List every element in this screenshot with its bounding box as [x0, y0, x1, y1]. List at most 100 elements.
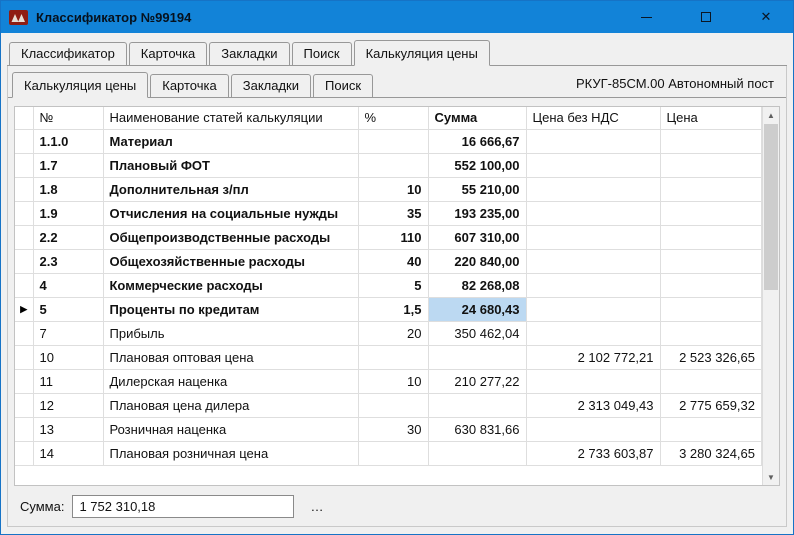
row-marker[interactable]: ▶ [15, 297, 34, 322]
tab-bookmarks[interactable]: Закладки [209, 42, 290, 65]
scroll-up-icon[interactable]: ▲ [763, 107, 779, 123]
cell-num[interactable]: 2.2 [33, 225, 104, 250]
row-marker[interactable] [15, 273, 34, 298]
cell-price[interactable]: 3 280 324,65 [660, 441, 762, 466]
cell-num[interactable]: 2.3 [33, 249, 104, 274]
table-row[interactable]: 12 Плановая цена дилера 2 313 049,43 2 775 … [15, 393, 762, 418]
cell-price-no-vat[interactable]: 2 733 603,87 [526, 441, 661, 466]
cell-sum[interactable] [428, 393, 527, 418]
row-marker[interactable] [15, 345, 34, 370]
row-marker[interactable] [15, 417, 34, 442]
cell-price-no-vat[interactable] [526, 369, 661, 394]
cell-name[interactable]: Прибыль [103, 321, 359, 346]
cell-name[interactable]: Коммерческие расходы [103, 273, 359, 298]
scroll-down-icon[interactable]: ▼ [763, 469, 779, 485]
cell-name[interactable]: Проценты по кредитам [103, 297, 359, 322]
cell-price[interactable] [660, 369, 762, 394]
table-row[interactable]: 2.3 Общехозяйственные расходы 40 220 840,00 [15, 249, 762, 274]
cell-name[interactable]: Дополнительная з/пл [103, 177, 359, 202]
cell-percent[interactable] [358, 393, 429, 418]
col-header-name[interactable]: Наименование статей калькуляции [103, 107, 359, 130]
cell-price[interactable] [660, 249, 762, 274]
table-row[interactable]: 1.1.0 Материал 16 666,67 [15, 129, 762, 154]
cell-price[interactable] [660, 297, 762, 322]
cell-percent[interactable]: 5 [358, 273, 429, 298]
row-marker[interactable] [15, 225, 34, 250]
cell-percent[interactable]: 35 [358, 201, 429, 226]
table-row[interactable]: 2.2 Общепроизводственные расходы 110 607 31… [15, 225, 762, 250]
table-row[interactable]: 14 Плановая розничная цена 2 733 603,87 3 2… [15, 441, 762, 466]
cell-num[interactable]: 11 [33, 369, 104, 394]
cell-sum[interactable]: 350 462,04 [428, 321, 527, 346]
cell-num[interactable]: 5 [33, 297, 104, 322]
cell-price-no-vat[interactable] [526, 417, 661, 442]
cell-num[interactable]: 12 [33, 393, 104, 418]
row-marker[interactable] [15, 129, 34, 154]
minimize-button[interactable] [623, 1, 669, 33]
cell-sum[interactable]: 220 840,00 [428, 249, 527, 274]
cell-sum[interactable]: 24 680,43 [428, 297, 527, 322]
cell-price-no-vat[interactable] [526, 249, 661, 274]
cell-percent[interactable]: 110 [358, 225, 429, 250]
tab-card[interactable]: Карточка [128, 42, 208, 65]
maximize-button[interactable] [683, 1, 729, 33]
cell-num[interactable]: 13 [33, 417, 104, 442]
row-marker[interactable] [15, 441, 34, 466]
more-button[interactable]: … [302, 499, 331, 514]
cell-name[interactable]: Отчисления на социальные нужды [103, 201, 359, 226]
cell-price-no-vat[interactable] [526, 297, 661, 322]
cell-price-no-vat[interactable] [526, 153, 661, 178]
cell-percent[interactable]: 1,5 [358, 297, 429, 322]
cell-sum[interactable]: 210 277,22 [428, 369, 527, 394]
cell-name[interactable]: Общепроизводственные расходы [103, 225, 359, 250]
col-header-num[interactable]: № [33, 107, 104, 130]
table-row[interactable]: 1.7 Плановый ФОТ 552 100,00 [15, 153, 762, 178]
col-header-sum[interactable]: Сумма [428, 107, 527, 130]
vertical-scrollbar[interactable]: ▲ ▼ [762, 107, 779, 485]
cell-name[interactable]: Плановый ФОТ [103, 153, 359, 178]
cell-price-no-vat[interactable] [526, 273, 661, 298]
cell-sum[interactable]: 193 235,00 [428, 201, 527, 226]
cell-price-no-vat[interactable] [526, 321, 661, 346]
cell-num[interactable]: 10 [33, 345, 104, 370]
cell-percent[interactable] [358, 129, 429, 154]
table-row[interactable]: 1.9 Отчисления на социальные нужды 35 193 2… [15, 201, 762, 226]
cell-name[interactable]: Плановая розничная цена [103, 441, 359, 466]
cell-name[interactable]: Розничная наценка [103, 417, 359, 442]
cell-price-no-vat[interactable] [526, 225, 661, 250]
cell-percent[interactable] [358, 153, 429, 178]
cell-price[interactable]: 2 775 659,32 [660, 393, 762, 418]
table-row[interactable]: 11 Дилерская наценка 10 210 277,22 [15, 369, 762, 394]
cell-percent[interactable] [358, 441, 429, 466]
cell-num[interactable]: 1.9 [33, 201, 104, 226]
cell-name[interactable]: Общехозяйственные расходы [103, 249, 359, 274]
row-marker[interactable] [15, 177, 34, 202]
cell-price-no-vat[interactable] [526, 177, 661, 202]
cell-sum[interactable] [428, 345, 527, 370]
cell-sum[interactable]: 607 310,00 [428, 225, 527, 250]
row-marker[interactable] [15, 249, 34, 274]
cell-price[interactable] [660, 129, 762, 154]
col-header-price[interactable]: Цена [660, 107, 762, 130]
inner-tab-bookmarks[interactable]: Закладки [230, 74, 311, 97]
cell-sum[interactable]: 82 268,08 [428, 273, 527, 298]
row-marker[interactable] [15, 153, 34, 178]
cell-name[interactable]: Плановая оптовая цена [103, 345, 359, 370]
cell-percent[interactable]: 10 [358, 177, 429, 202]
cell-price[interactable] [660, 225, 762, 250]
row-marker[interactable] [15, 321, 34, 346]
row-marker[interactable] [15, 393, 34, 418]
cell-price-no-vat[interactable]: 2 102 772,21 [526, 345, 661, 370]
tab-classifier[interactable]: Классификатор [9, 42, 127, 65]
table-row[interactable]: 1.8 Дополнительная з/пл 10 55 210,00 [15, 177, 762, 202]
tab-search[interactable]: Поиск [291, 42, 352, 65]
sum-input[interactable] [72, 494, 295, 518]
inner-tab-price-calculation[interactable]: Калькуляция цены [12, 72, 149, 98]
cell-percent[interactable]: 30 [358, 417, 429, 442]
cell-price[interactable]: 2 523 326,65 [660, 345, 762, 370]
table-row[interactable]: 13 Розничная наценка 30 630 831,66 [15, 417, 762, 442]
cell-price[interactable] [660, 417, 762, 442]
cell-sum[interactable]: 552 100,00 [428, 153, 527, 178]
cell-percent[interactable]: 10 [358, 369, 429, 394]
cell-price-no-vat[interactable]: 2 313 049,43 [526, 393, 661, 418]
